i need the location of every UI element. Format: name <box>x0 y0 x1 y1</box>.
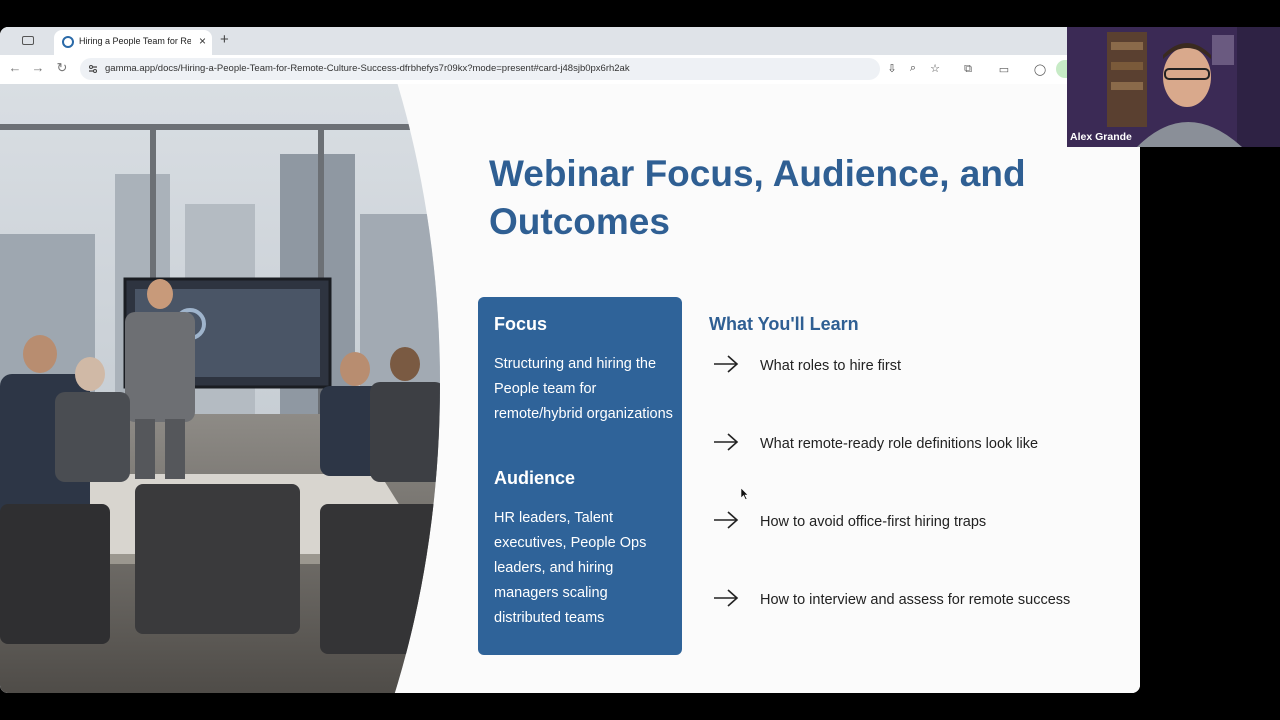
arrow-right-icon <box>714 355 739 373</box>
reload-icon[interactable]: ↻ <box>53 60 71 76</box>
bookmark-star-icon[interactable]: ☆ <box>928 62 942 75</box>
extensions-icon[interactable]: ⧉ <box>961 63 975 76</box>
focus-text: Structuring and hiring the People team f… <box>494 356 673 422</box>
arrow-right-icon <box>714 511 739 529</box>
url-text[interactable]: gamma.app/docs/Hiring-a-People-Team-for-… <box>105 63 630 74</box>
active-tab[interactable]: Hiring a People Team for Remote Culture … <box>54 30 212 55</box>
tab-search-icon[interactable]: ▭ <box>997 63 1011 76</box>
browser-window: Hiring a People Team for Remote Culture … <box>0 27 1140 693</box>
site-info-icon[interactable] <box>88 64 98 74</box>
profile-icon[interactable]: ◯ <box>1033 63 1047 76</box>
close-tab-icon[interactable]: × <box>199 34 206 48</box>
back-icon[interactable]: ← <box>6 60 24 75</box>
focus-audience-card: Focus Structuring and hiring the People … <box>478 297 682 655</box>
learn-heading: What You'll Learn <box>709 314 859 334</box>
forward-icon[interactable]: → <box>29 60 47 75</box>
install-icon[interactable]: ⇩ <box>885 62 899 75</box>
arrow-right-icon <box>714 433 739 451</box>
gamma-favicon-icon <box>62 36 74 48</box>
address-bar[interactable]: gamma.app/docs/Hiring-a-People-Team-for-… <box>80 58 940 80</box>
browser-toolbar: ← → ↻ gamma.app/docs/Hiring-a-People-Tea… <box>0 55 1140 84</box>
audience-heading: Audience <box>494 468 576 488</box>
arrow-right-icon <box>714 589 739 607</box>
new-tab-button[interactable]: + <box>220 31 229 48</box>
webcam-video: Alex Grande <box>1067 27 1280 147</box>
audience-text: HR leaders, Talent executives, People Op… <box>494 510 647 626</box>
presentation-slide: Webinar Focus, Audience, and Outcomes Fo… <box>0 84 1140 693</box>
zoom-icon[interactable]: ⌕ <box>906 62 920 75</box>
focus-heading: Focus <box>494 314 548 334</box>
tab-bar: Hiring a People Team for Remote Culture … <box>0 27 1140 55</box>
participant-name: Alex Grande <box>1070 131 1132 143</box>
learn-item-text: How to avoid office-first hiring traps <box>760 514 987 530</box>
meeting-room-photo <box>0 84 440 693</box>
tab-title: Hiring a People Team for Remote Culture … <box>79 36 191 46</box>
learn-item-text: What roles to hire first <box>760 358 902 374</box>
slide-title: Webinar Focus, Audience, and Outcomes <box>489 153 1026 242</box>
tab-strip-icon[interactable] <box>22 36 34 45</box>
learn-item-text: What remote-ready role definitions look … <box>760 436 1039 452</box>
learn-item-text: How to interview and assess for remote s… <box>760 592 1071 608</box>
mouse-cursor-icon <box>741 488 749 500</box>
